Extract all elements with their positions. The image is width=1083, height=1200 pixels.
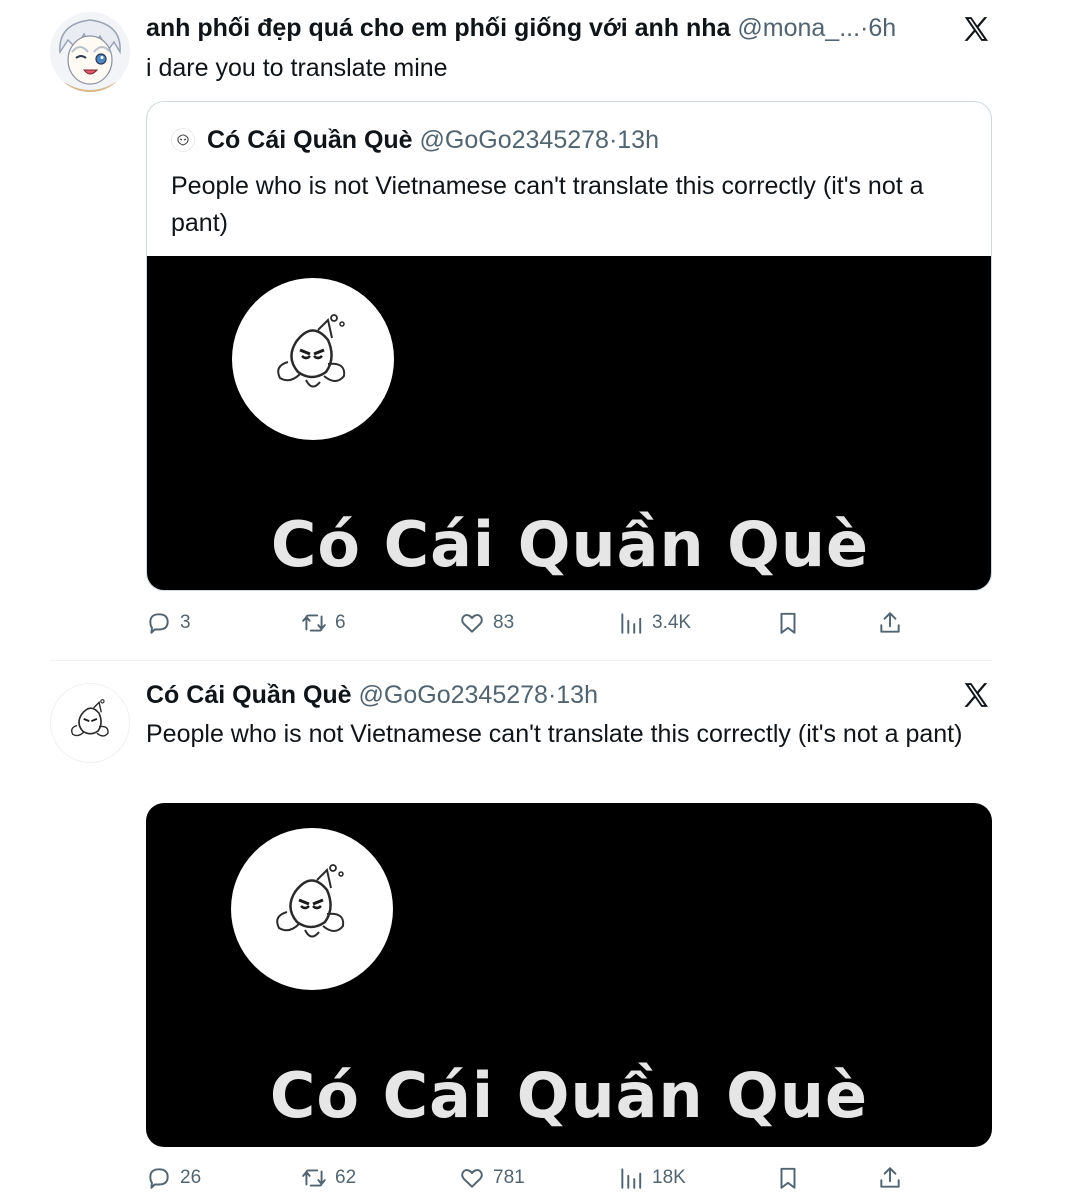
reply-button[interactable]: 3 (146, 608, 191, 638)
speech-bubble-icon (149, 1168, 169, 1189)
media-caption-text: Có Cái Quần Què (270, 508, 870, 581)
like-button[interactable]: 83 (459, 608, 514, 638)
bookmark-button[interactable] (775, 1163, 801, 1193)
retweet-arrows-icon (302, 1169, 326, 1187)
tweet-text: i dare you to translate mine (146, 54, 448, 82)
timestamp[interactable]: 13h (556, 681, 598, 709)
bar-chart-icon (621, 1168, 642, 1189)
retweet-count: 6 (335, 612, 346, 633)
views-button[interactable]: 18K (618, 1163, 686, 1193)
quoted-timestamp[interactable]: 13h (617, 126, 659, 154)
share-upload-icon (880, 612, 900, 633)
quoted-tweet-text: People who is not Vietnamese can't trans… (171, 172, 924, 237)
share-button[interactable] (877, 1163, 903, 1193)
quoted-tweet[interactable]: Có Cái Quần Què @GoGo2345278·13h People … (146, 101, 992, 591)
media-caption-text: Có Cái Quần Què (269, 1059, 869, 1132)
views-button[interactable]: 3.4K (618, 608, 691, 638)
media-image[interactable]: Có Cái Quần Què (146, 803, 992, 1147)
reply-count: 3 (180, 612, 191, 633)
reply-button[interactable]: 26 (146, 1163, 201, 1193)
heart-icon (461, 614, 483, 633)
quoted-user-handle[interactable]: @GoGo2345278 (420, 126, 609, 154)
tweet-header: anh phối đẹp quá cho em phối giống với a… (146, 12, 963, 44)
retweet-button[interactable]: 6 (301, 608, 346, 638)
like-count: 83 (493, 612, 515, 633)
quoted-tweet-header: Có Cái Quần Què @GoGo2345278·13h (171, 124, 659, 156)
media-avatar-circle (231, 828, 393, 990)
x-logo-icon (964, 17, 988, 41)
speech-bubble-icon (149, 613, 169, 634)
user-handle[interactable]: @GoGo2345278 (359, 681, 548, 709)
mini-avatar-icon (171, 128, 195, 152)
share-button[interactable] (877, 608, 903, 638)
avatar[interactable] (50, 683, 130, 763)
heart-icon (461, 1169, 483, 1188)
reply-count: 26 (180, 1167, 202, 1188)
quoted-display-name[interactable]: Có Cái Quần Què (207, 126, 413, 154)
tweet-header: Có Cái Quần Què @GoGo2345278·13h (146, 679, 963, 711)
retweet-arrows-icon (302, 614, 326, 632)
display-name[interactable]: Có Cái Quần Què (146, 681, 352, 709)
share-upload-icon (880, 1167, 900, 1188)
tweet-2[interactable]: Có Cái Quần Què @GoGo2345278·13h People … (0, 661, 1083, 1200)
like-count: 781 (493, 1167, 525, 1188)
user-handle[interactable]: @mona_... (737, 14, 860, 42)
bar-chart-icon (621, 613, 642, 634)
x-logo-icon (964, 683, 988, 707)
bookmark-icon (780, 1167, 796, 1189)
doodle-character-icon (277, 314, 346, 388)
media-avatar-circle (232, 278, 394, 440)
retweet-button[interactable]: 62 (301, 1163, 356, 1193)
tweet-1[interactable]: anh phối đẹp quá cho em phối giống với a… (0, 0, 1083, 660)
view-count: 18K (652, 1167, 686, 1188)
view-count: 3.4K (652, 612, 692, 633)
tweet-text: People who is not Vietnamese can't trans… (146, 720, 963, 748)
display-name[interactable]: anh phối đẹp quá cho em phối giống với a… (146, 14, 730, 42)
action-bar: 3 6 83 3.4K (146, 608, 916, 638)
avatar[interactable] (50, 12, 130, 92)
doodle-character-avatar-icon (71, 699, 109, 737)
retweet-count: 62 (335, 1167, 357, 1188)
doodle-character-icon (276, 864, 345, 938)
timestamp[interactable]: 6h (868, 14, 896, 42)
anime-boy-avatar-icon (50, 12, 130, 92)
like-button[interactable]: 781 (459, 1163, 525, 1193)
quoted-media-image[interactable]: Có Cái Quần Què (147, 256, 991, 590)
bookmark-button[interactable] (775, 608, 801, 638)
action-bar: 26 62 781 18K (146, 1163, 916, 1193)
bookmark-icon (780, 612, 796, 634)
